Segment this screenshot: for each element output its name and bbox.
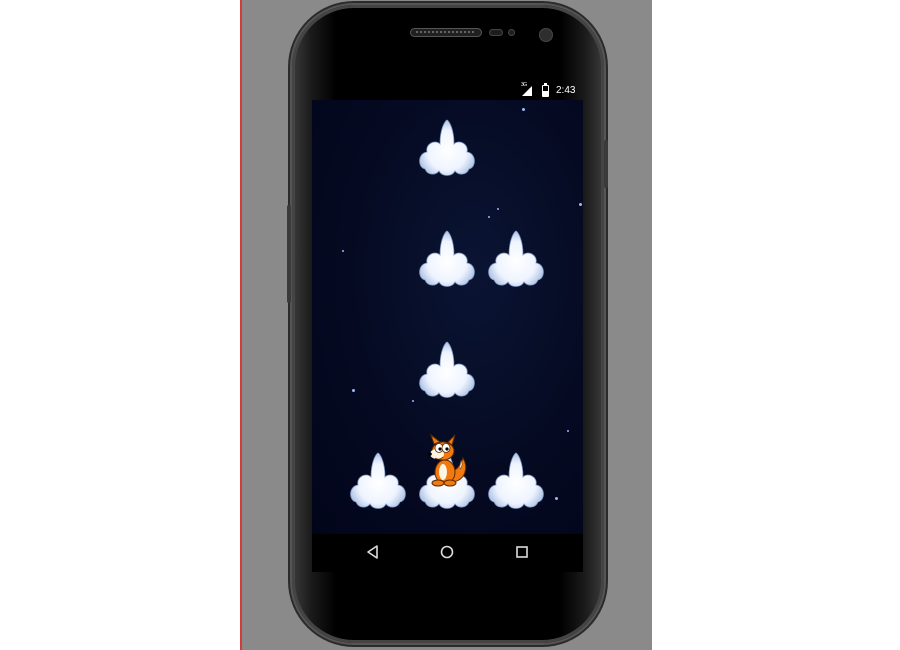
status-bar: 3G 2:43 — [312, 80, 583, 100]
earpiece-speaker — [410, 28, 482, 37]
cloud-platform[interactable] — [418, 117, 476, 177]
cloud-platform[interactable] — [487, 228, 545, 288]
star — [488, 216, 490, 218]
back-triangle-icon[interactable] — [363, 542, 383, 562]
navigation-bar — [312, 534, 583, 572]
star — [555, 497, 558, 500]
battery-charging-icon — [542, 83, 549, 97]
power-button[interactable] — [604, 140, 608, 188]
cloud-platform[interactable] — [349, 450, 407, 510]
cloud-platform[interactable] — [418, 339, 476, 399]
home-circle-icon[interactable] — [437, 542, 457, 562]
volume-button[interactable] — [287, 205, 291, 303]
game-screen[interactable] — [312, 100, 583, 534]
cell-signal-icon — [522, 86, 532, 96]
star — [497, 208, 499, 210]
proximity-sensor — [489, 29, 503, 36]
star — [579, 203, 582, 206]
light-sensor — [508, 29, 515, 36]
star — [567, 430, 569, 432]
star — [412, 400, 414, 402]
recents-square-icon[interactable] — [512, 542, 532, 562]
cloud-platform[interactable] — [418, 228, 476, 288]
fox-character — [428, 434, 467, 487]
cloud-platform[interactable] — [487, 450, 545, 510]
front-camera — [539, 28, 553, 42]
star — [342, 250, 344, 252]
status-time: 2:43 — [556, 85, 576, 96]
star — [352, 389, 355, 392]
star — [522, 108, 525, 111]
